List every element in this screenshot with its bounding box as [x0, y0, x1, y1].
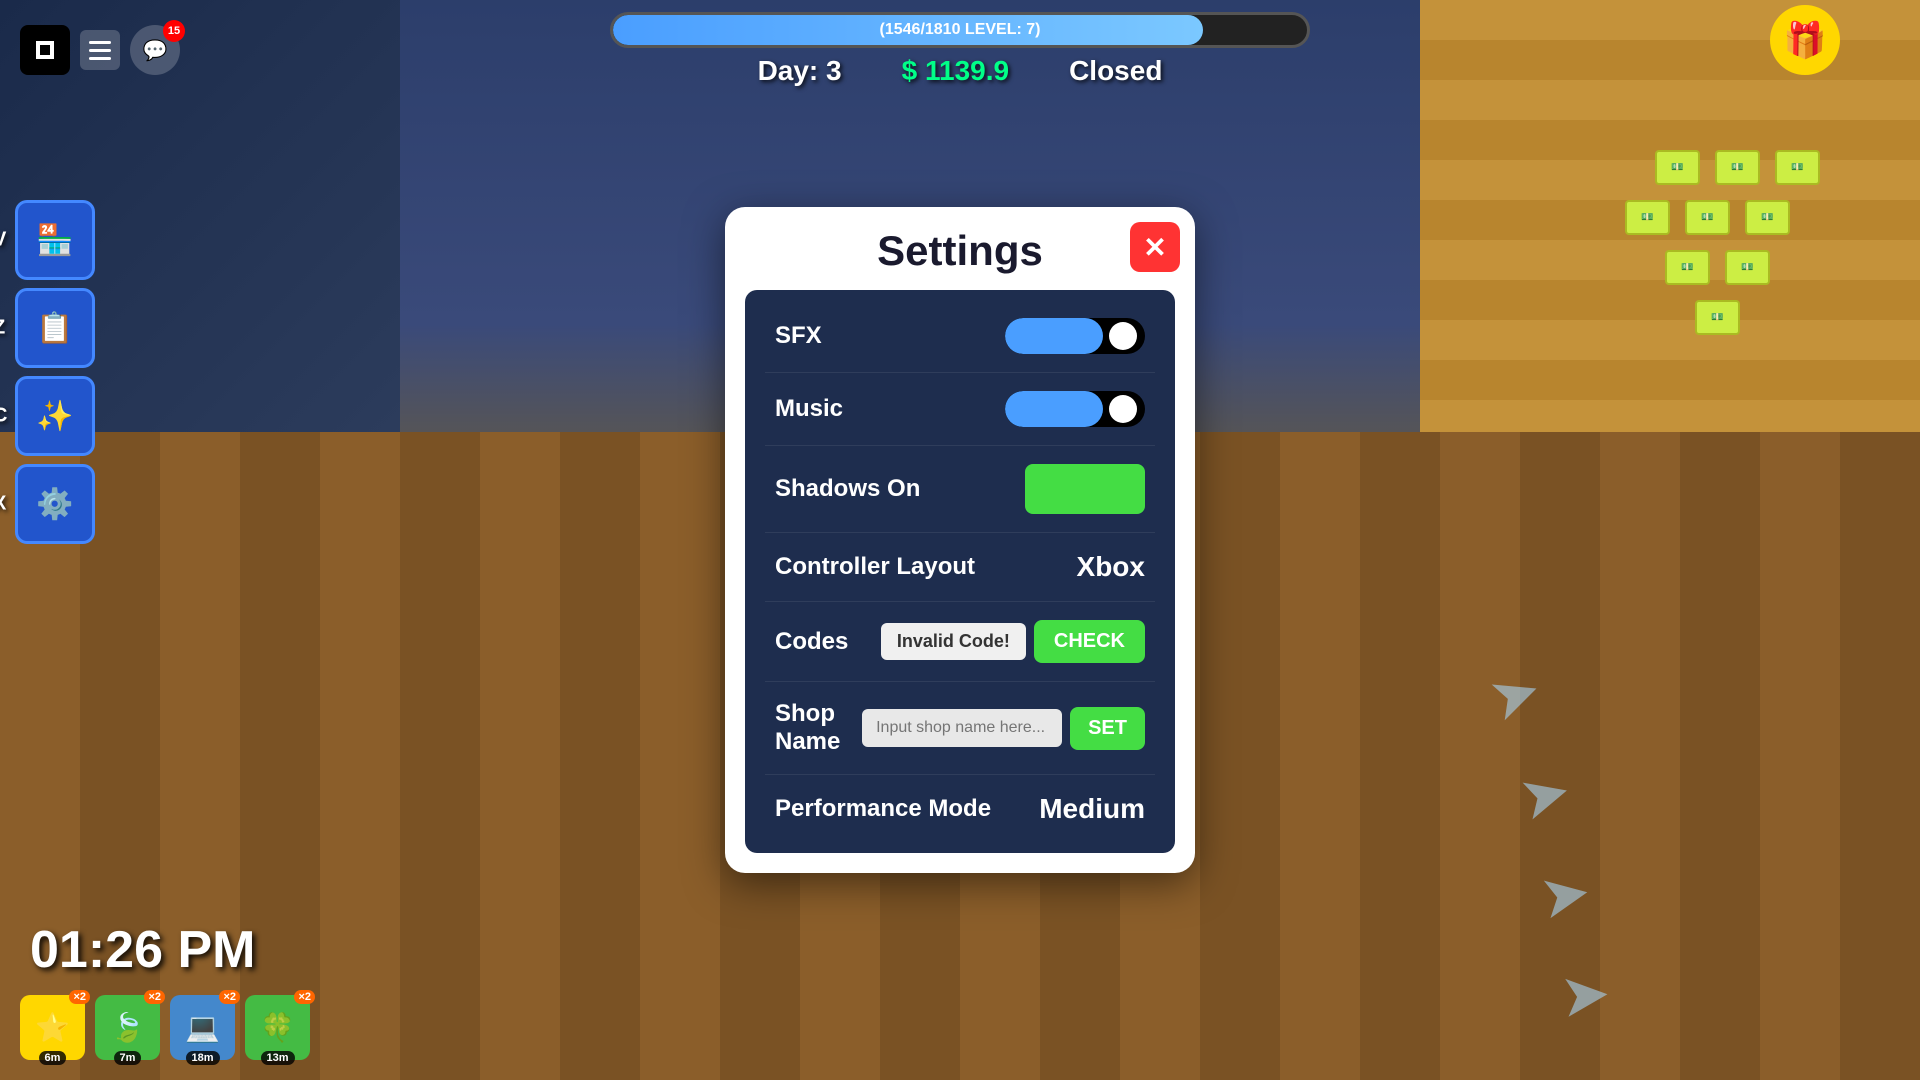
settings-title: Settings	[745, 227, 1175, 275]
check-button[interactable]: CHECK	[1034, 620, 1145, 663]
codes-label: Codes	[775, 628, 848, 656]
settings-row-controller: Controller Layout Xbox	[765, 533, 1155, 602]
music-label: Music	[775, 395, 843, 423]
close-icon: ✕	[1143, 231, 1166, 264]
invalid-code-badge: Invalid Code!	[881, 623, 1026, 660]
set-button[interactable]: SET	[1070, 707, 1145, 750]
shadows-toggle-btn[interactable]	[1025, 464, 1145, 514]
performance-label: Performance Mode	[775, 795, 991, 823]
controller-value[interactable]: Xbox	[1077, 551, 1145, 583]
settings-row-shopname: Shop Name SET	[765, 682, 1155, 775]
sfx-label: SFX	[775, 322, 822, 350]
shop-name-label: Shop Name	[775, 700, 862, 756]
settings-row-shadows: Shadows On	[765, 446, 1155, 533]
settings-row-performance: Performance Mode Medium	[765, 775, 1155, 843]
settings-row-music: Music	[765, 373, 1155, 446]
settings-row-codes: Codes Invalid Code! CHECK	[765, 602, 1155, 682]
controller-label: Controller Layout	[775, 553, 975, 581]
music-toggle-fill	[1005, 391, 1103, 427]
sfx-toggle-thumb	[1109, 322, 1137, 350]
shop-name-area: SET	[862, 707, 1145, 750]
music-toggle-thumb	[1109, 395, 1137, 423]
settings-body: SFX Music Shadows On	[745, 290, 1175, 853]
performance-value[interactable]: Medium	[1039, 793, 1145, 825]
close-button[interactable]: ✕	[1130, 222, 1180, 272]
sfx-toggle[interactable]	[1005, 318, 1145, 354]
shop-name-input[interactable]	[862, 709, 1062, 747]
settings-modal: Settings ✕ SFX Music	[725, 207, 1195, 873]
shadows-label: Shadows On	[775, 475, 920, 503]
code-area: Invalid Code! CHECK	[881, 620, 1145, 663]
music-toggle[interactable]	[1005, 391, 1145, 427]
sfx-toggle-fill	[1005, 318, 1103, 354]
settings-row-sfx: SFX	[765, 300, 1155, 373]
modal-overlay: Settings ✕ SFX Music	[0, 0, 1920, 1080]
